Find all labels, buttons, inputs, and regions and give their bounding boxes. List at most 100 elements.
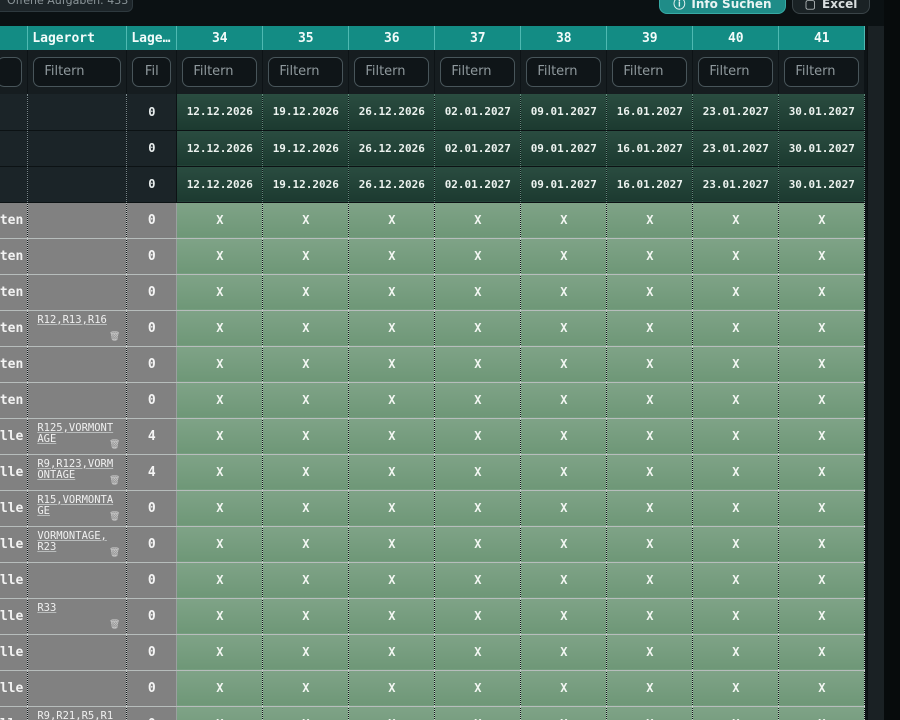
week-mark-cell[interactable]: X [778, 634, 866, 671]
table-row[interactable]: alle0XXXXXXXX [0, 670, 866, 707]
week-date-cell[interactable]: 12.12.2026 [176, 166, 264, 203]
week-mark-cell[interactable]: X [176, 526, 264, 563]
week-mark-cell[interactable]: X [692, 634, 780, 671]
week-mark-cell[interactable]: X [262, 454, 350, 491]
lagerort-value[interactable]: R9,R123,VORMONTAGE [37, 458, 113, 481]
week-mark-cell[interactable]: X [262, 238, 350, 275]
week-mark-cell[interactable]: X [348, 634, 436, 671]
week-mark-cell[interactable]: X [262, 670, 350, 707]
week-mark-cell[interactable]: X [692, 562, 780, 599]
week-mark-cell[interactable]: X [606, 526, 694, 563]
filter-input-lagerbestand[interactable]: Fil [132, 57, 172, 87]
trash-icon[interactable]: 🗑 [109, 332, 120, 342]
column-header-week-36[interactable]: 36 [348, 26, 436, 50]
week-mark-cell[interactable]: X [606, 346, 694, 383]
table-row[interactable]: ten 0 X X X X X X X X [0, 382, 866, 419]
week-mark-cell[interactable]: X [778, 418, 866, 455]
filter-input-week-41[interactable]: Filtern [784, 57, 860, 87]
week-mark-cell[interactable]: X [692, 454, 780, 491]
week-mark-cell[interactable]: X [176, 634, 264, 671]
table-row[interactable]: alleR125,VORMONTAGE🗑4XXXXXXXX [0, 418, 866, 455]
week-date-cell[interactable]: 12.12.2026 [176, 94, 264, 131]
filter-input-a[interactable] [0, 57, 23, 87]
week-mark-cell[interactable]: X [692, 346, 780, 383]
table-row[interactable]: alleR33🗑0XXXXXXXX [0, 598, 866, 635]
week-mark-cell[interactable]: X [520, 418, 608, 455]
week-mark-cell[interactable]: X [176, 490, 264, 527]
week-mark-cell[interactable]: X [262, 418, 350, 455]
week-date-cell[interactable]: 23.01.2027 [692, 166, 780, 203]
column-header-week-39[interactable]: 39 [606, 26, 694, 50]
week-mark-cell[interactable]: X [262, 202, 350, 239]
table-row[interactable]: ten 0 X X X X X X X X [0, 202, 866, 239]
lagerort-value[interactable]: R9,R21,R5,R1 [37, 710, 113, 720]
week-mark-cell[interactable]: X [606, 274, 694, 311]
week-mark-cell[interactable]: X [348, 418, 436, 455]
week-mark-cell[interactable]: X [176, 238, 264, 275]
week-mark-cell[interactable]: X [348, 274, 436, 311]
week-mark-cell[interactable]: X [262, 274, 350, 311]
column-header-lagerort[interactable]: Lagerort [27, 26, 128, 50]
column-header-week-40[interactable]: 40 [692, 26, 780, 50]
week-mark-cell[interactable]: X [348, 598, 436, 635]
column-header-lagerbestand[interactable]: Lage… [126, 26, 178, 50]
info-search-button[interactable]: ⓘ Info Suchen [659, 0, 786, 14]
week-mark-cell[interactable]: X [520, 598, 608, 635]
lagerort-cell[interactable] [27, 202, 128, 239]
week-date-cell[interactable]: 09.01.2027 [520, 94, 608, 131]
week-mark-cell[interactable]: X [348, 562, 436, 599]
week-mark-cell[interactable]: X [778, 526, 866, 563]
week-mark-cell[interactable]: X [692, 670, 780, 707]
week-mark-cell[interactable]: X [778, 454, 866, 491]
week-date-cell[interactable]: 19.12.2026 [262, 94, 350, 131]
week-mark-cell[interactable]: X [262, 382, 350, 419]
lagerort-cell[interactable]: R15,VORMONTAGE 🗑 [27, 490, 128, 527]
column-header-week-37[interactable]: 37 [434, 26, 522, 50]
week-mark-cell[interactable]: X [520, 634, 608, 671]
week-mark-cell[interactable]: X [692, 706, 780, 720]
week-mark-cell[interactable]: X [176, 598, 264, 635]
lagerort-value[interactable]: R15,VORMONTAGE [37, 494, 113, 517]
week-date-cell[interactable]: 09.01.2027 [520, 166, 608, 203]
week-mark-cell[interactable]: X [262, 598, 350, 635]
table-row[interactable]: ten 0 X X X X X X X X [0, 238, 866, 275]
week-date-cell[interactable]: 02.01.2027 [434, 166, 522, 203]
week-mark-cell[interactable]: X [348, 202, 436, 239]
week-mark-cell[interactable]: X [606, 238, 694, 275]
table-row[interactable]: alleVORMONTAGE, R23🗑0XXXXXXXX [0, 526, 866, 563]
filter-input-week-37[interactable]: Filtern [440, 57, 516, 87]
week-mark-cell[interactable]: X [262, 634, 350, 671]
lagerort-cell[interactable] [27, 238, 128, 275]
lagerort-value[interactable]: R12,R13,R16 [37, 314, 113, 326]
week-mark-cell[interactable]: X [778, 274, 866, 311]
week-date-cell[interactable]: 23.01.2027 [692, 94, 780, 131]
week-mark-cell[interactable]: X [176, 274, 264, 311]
week-mark-cell[interactable]: X [692, 490, 780, 527]
week-mark-cell[interactable]: X [520, 346, 608, 383]
lagerort-cell[interactable] [27, 670, 128, 707]
week-mark-cell[interactable]: X [348, 346, 436, 383]
lagerort-cell[interactable] [27, 562, 128, 599]
week-mark-cell[interactable]: X [520, 454, 608, 491]
week-mark-cell[interactable]: X [434, 382, 522, 419]
week-mark-cell[interactable]: X [176, 562, 264, 599]
filter-input-week-40[interactable]: Filtern [698, 57, 774, 87]
filter-input-week-35[interactable]: Filtern [268, 57, 344, 87]
lagerort-value[interactable]: R33 [37, 602, 113, 614]
week-mark-cell[interactable]: X [434, 526, 522, 563]
week-mark-cell[interactable]: X [348, 526, 436, 563]
week-mark-cell[interactable]: X [778, 310, 866, 347]
week-mark-cell[interactable]: X [434, 274, 522, 311]
table-row[interactable]: 0 12.12.2026 19.12.2026 26.12.2026 02.01.202… [0, 94, 866, 131]
week-mark-cell[interactable]: X [434, 418, 522, 455]
week-mark-cell[interactable]: X [606, 202, 694, 239]
week-date-cell[interactable]: 26.12.2026 [348, 166, 436, 203]
week-mark-cell[interactable]: X [606, 490, 694, 527]
week-mark-cell[interactable]: X [778, 202, 866, 239]
week-mark-cell[interactable]: X [692, 202, 780, 239]
week-mark-cell[interactable]: X [434, 634, 522, 671]
lagerort-cell[interactable] [27, 346, 128, 383]
week-date-cell[interactable]: 12.12.2026 [176, 130, 264, 167]
week-mark-cell[interactable]: X [692, 238, 780, 275]
week-mark-cell[interactable]: X [520, 562, 608, 599]
